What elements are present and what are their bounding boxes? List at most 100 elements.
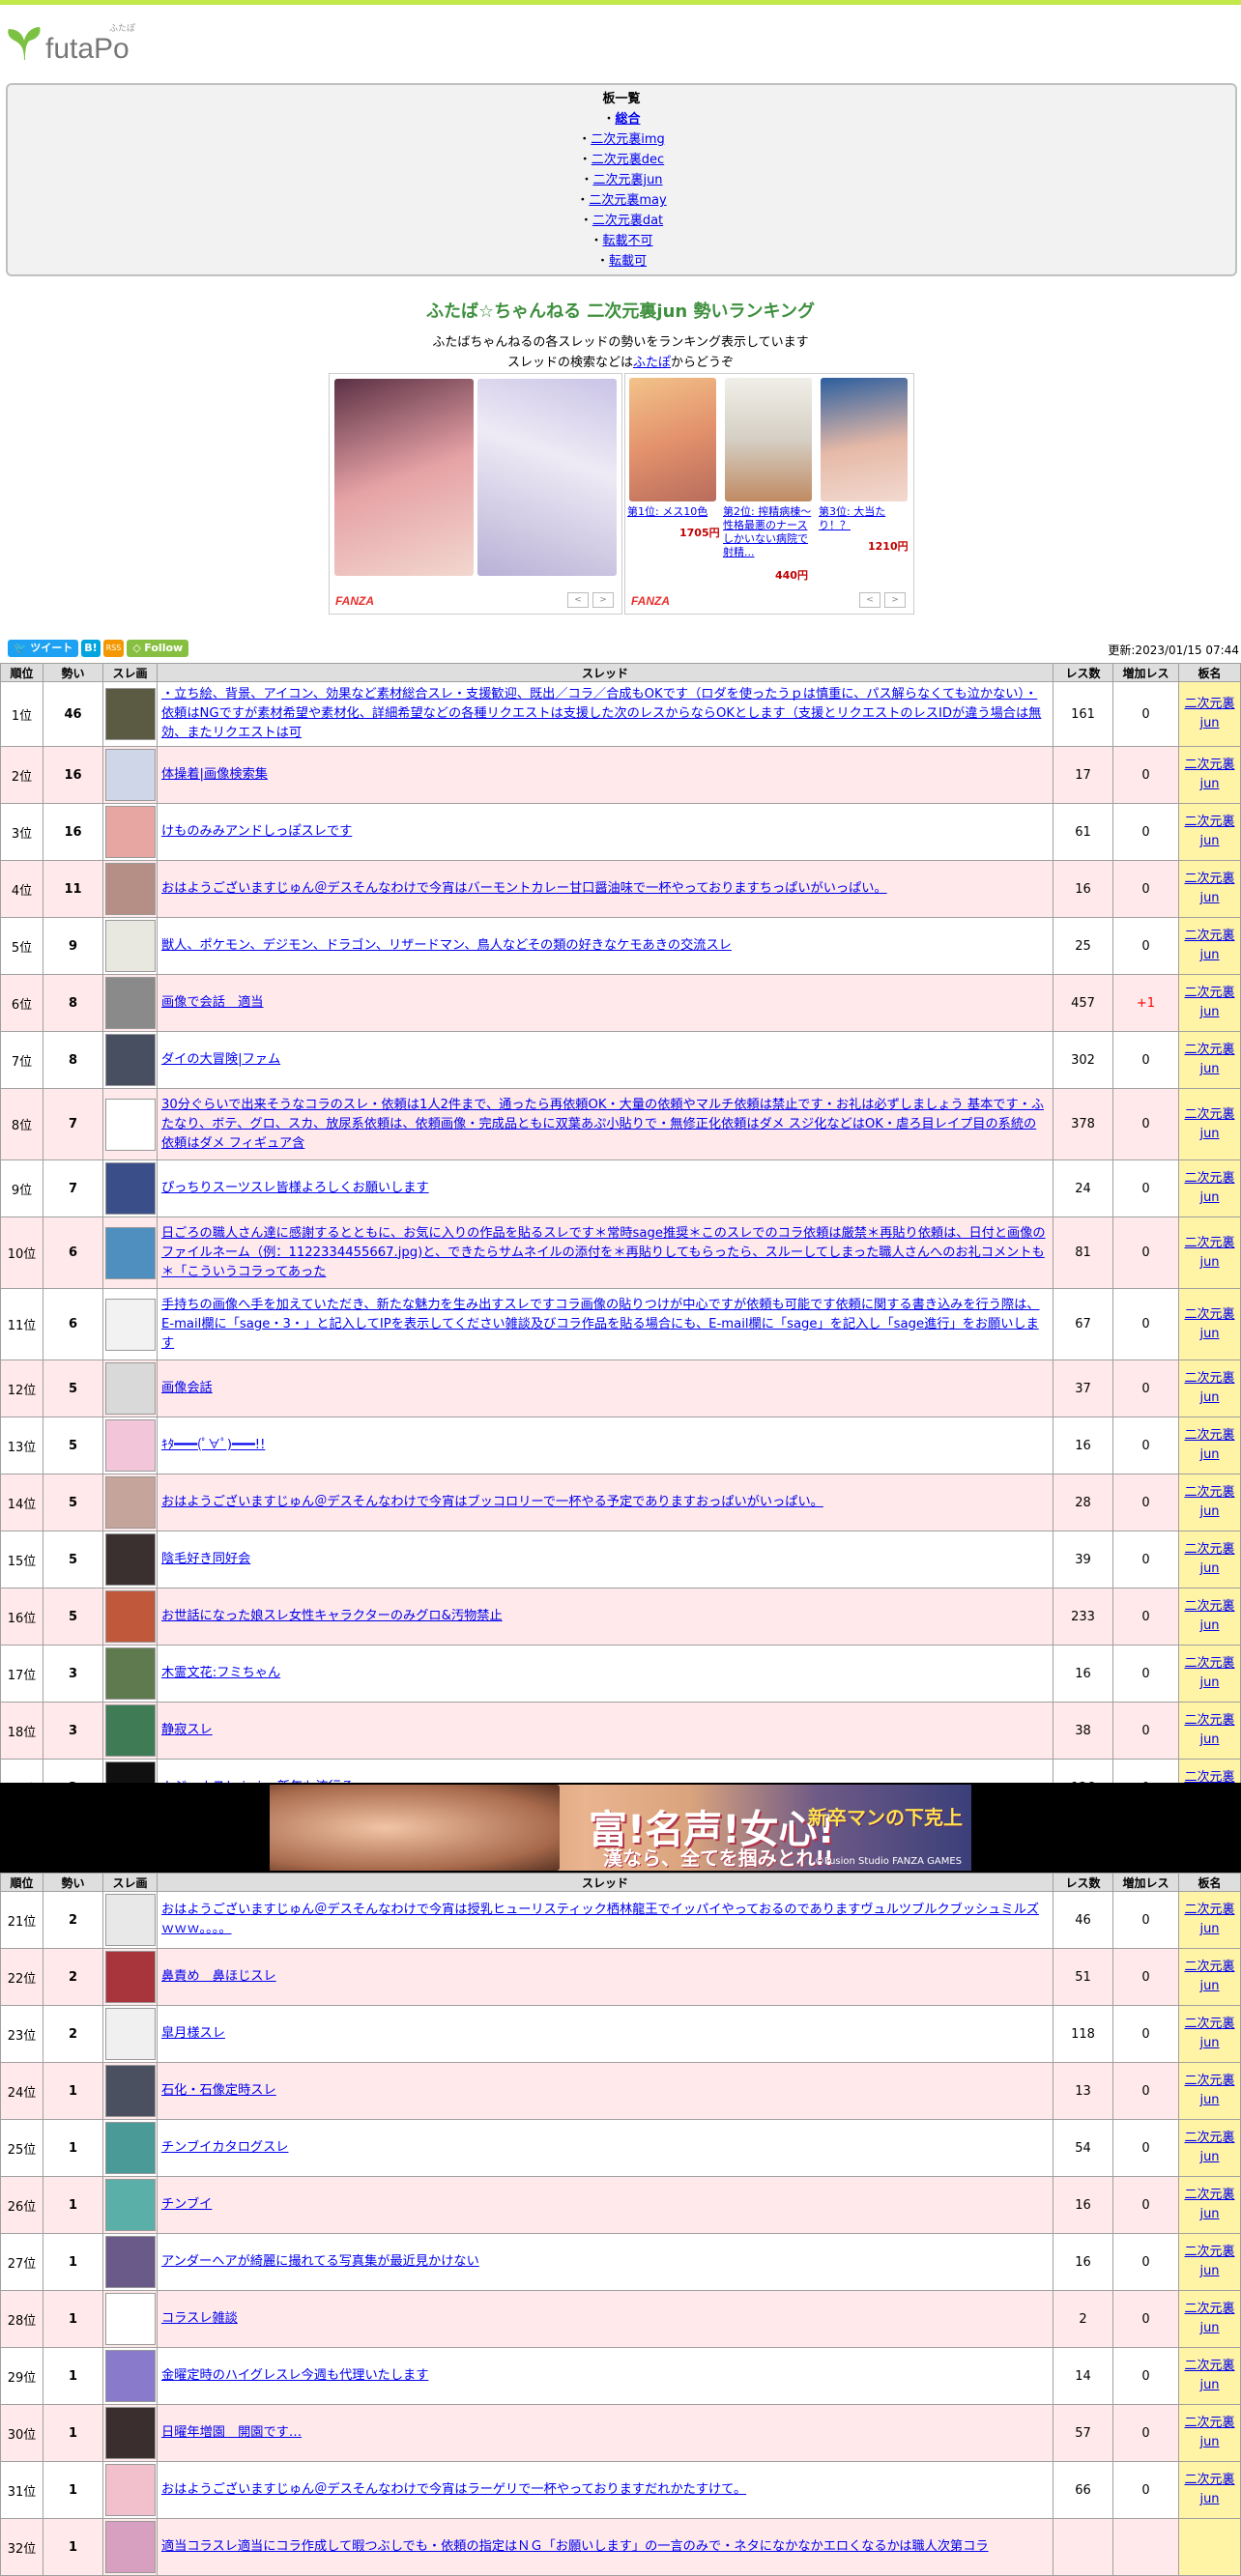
thread-thumbnail[interactable] <box>105 2122 156 2174</box>
board-name-link[interactable]: 二次元裏jun <box>1184 1903 1234 1936</box>
thread-thumbnail[interactable] <box>105 977 156 1029</box>
board-name-link[interactable]: 二次元裏jun <box>1184 1599 1234 1633</box>
thread-thumbnail[interactable] <box>105 688 156 740</box>
thread-thumbnail[interactable] <box>105 1647 156 1700</box>
ad-item-caption[interactable]: 第2位: 搾精病棟〜性格最悪のナースしかいない病院で射精... <box>723 505 815 559</box>
thread-thumbnail[interactable] <box>105 1704 156 1757</box>
thread-thumbnail[interactable] <box>105 1298 156 1351</box>
thread-thumbnail[interactable] <box>105 1098 156 1151</box>
thread-link[interactable]: 30分ぐらいで出来そうなコラのスレ・依頼は1人2件まで、通ったら再依頼OK・大量… <box>161 1098 1044 1151</box>
board-name-link[interactable]: 二次元裏jun <box>1184 1656 1234 1690</box>
board-name-link[interactable]: 二次元裏jun <box>1184 1960 1234 1993</box>
thread-thumbnail[interactable] <box>105 1894 156 1946</box>
thread-link[interactable]: チンブイカタログスレ <box>161 2140 288 2155</box>
thread-thumbnail[interactable] <box>105 1533 156 1586</box>
board-link[interactable]: 総合 <box>616 112 641 127</box>
board-name-link[interactable]: 二次元裏jun <box>1184 758 1234 791</box>
thread-link[interactable]: けものみみアンドしっぽスレです <box>161 824 352 839</box>
thread-thumbnail[interactable] <box>105 920 156 972</box>
hatena-bookmark-button[interactable]: B! <box>81 640 101 657</box>
ad-thumb-2[interactable] <box>725 378 812 501</box>
board-name-link[interactable]: 二次元裏jun <box>1184 1107 1234 1141</box>
thread-thumbnail[interactable] <box>105 863 156 915</box>
board-name-link[interactable]: 二次元裏jun <box>1184 1428 1234 1462</box>
ad-banner-left[interactable]: FANZA < > <box>329 373 622 615</box>
thread-link[interactable]: 陰毛好き同好会 <box>161 1552 250 1566</box>
thread-link[interactable]: おはようございますじゅん＠デスそんなわけで今宵はバーモントカレー甘口醤油味で一杯… <box>161 881 887 896</box>
thread-thumbnail[interactable] <box>105 1590 156 1643</box>
board-name-link[interactable]: 二次元裏jun <box>1184 1485 1234 1519</box>
board-name-link[interactable]: 二次元裏jun <box>1184 1043 1234 1076</box>
thread-thumbnail[interactable] <box>105 1226 156 1279</box>
thread-link[interactable]: 静寂スレ <box>161 1723 213 1737</box>
board-link[interactable]: 二次元裏jun <box>592 173 662 187</box>
thread-link[interactable]: 石化・石像定時スレ <box>161 2083 276 2098</box>
thread-thumbnail[interactable] <box>105 2293 156 2345</box>
thread-link[interactable]: ｷﾀ━━━(ﾟ∀ﾟ)━━━!! <box>161 1438 265 1452</box>
board-link[interactable]: 二次元裏dec <box>592 153 664 167</box>
site-logo[interactable]: futaPo ふたぽ <box>5 19 150 66</box>
thread-thumbnail[interactable] <box>105 1951 156 2003</box>
thread-link[interactable]: コラスレ雑談 <box>161 2311 238 2326</box>
board-name-link[interactable]: 二次元裏jun <box>1184 2131 1234 2164</box>
thread-thumbnail[interactable] <box>105 2407 156 2459</box>
board-name-link[interactable]: 二次元裏jun <box>1184 1236 1234 1270</box>
thread-link[interactable]: 画像で会話 適当 <box>161 995 264 1010</box>
thread-link[interactable]: 体操着|画像検索集 <box>161 767 268 782</box>
thread-link[interactable]: ダイの大冒険|ファム <box>161 1052 280 1067</box>
ad-next-button[interactable]: > <box>592 592 614 608</box>
board-name-link[interactable]: 二次元裏jun <box>1184 2074 1234 2107</box>
thread-thumbnail[interactable] <box>105 806 156 858</box>
thread-thumbnail[interactable] <box>105 2350 156 2402</box>
board-link[interactable]: 二次元裏img <box>591 132 665 147</box>
ad-next-button[interactable]: > <box>884 592 906 608</box>
ad-thumb-3[interactable] <box>821 378 908 501</box>
thread-thumbnail[interactable] <box>105 1162 156 1215</box>
thread-link[interactable]: 獣人、ポケモン、デジモン、ドラゴン、リザードマン、鳥人などその類の好きなケモあき… <box>161 938 732 953</box>
board-name-link[interactable]: 二次元裏jun <box>1184 986 1234 1019</box>
board-name-link[interactable]: 二次元裏jun <box>1184 2302 1234 2335</box>
thread-link[interactable]: おはようございますじゅん＠デスそんなわけで今宵はラーゲリで一杯やっておりますだれ… <box>161 2482 746 2497</box>
thread-link[interactable]: 適当コラスレ適当にコラ作成して暇つぶしでも・依頼の指定はＮＧ「お願いします」の一… <box>161 2539 989 2554</box>
thread-link[interactable]: 金曜定時のハイグレスレ今週も代理いたします <box>161 2368 428 2383</box>
thread-thumbnail[interactable] <box>105 2065 156 2117</box>
board-name-link[interactable]: 二次元裏jun <box>1184 2017 1234 2050</box>
ad-image-left-2[interactable] <box>477 379 617 576</box>
ad-item-caption[interactable]: 第1位: メス10色 <box>627 505 719 519</box>
thread-thumbnail[interactable] <box>105 2008 156 2060</box>
futapo-link[interactable]: ふたぽ <box>633 356 671 370</box>
board-name-link[interactable]: 二次元裏jun <box>1184 2188 1234 2221</box>
thread-thumbnail[interactable] <box>105 2521 156 2573</box>
thread-link[interactable]: 鼻責め 鼻ほじスレ <box>161 1969 276 1984</box>
thread-link[interactable]: 日曜年増園 開園です… <box>161 2425 302 2440</box>
board-name-link[interactable]: 二次元裏jun <box>1184 1171 1234 1205</box>
game-ad-banner[interactable]: 富!名声!女心! 漢なら、全てを掴みとれ!! 新卒マンの下克上 ©Fusion … <box>270 1785 971 1871</box>
board-name-link[interactable]: 二次元裏jun <box>1184 2245 1234 2278</box>
ad-item-caption[interactable]: 第3位: 大当たり！？ <box>819 505 910 532</box>
board-link[interactable]: 転載可 <box>609 254 647 269</box>
ad-prev-button[interactable]: < <box>567 592 589 608</box>
board-name-link[interactable]: 二次元裏jun <box>1184 1371 1234 1405</box>
thread-link[interactable]: 手持ちの画像へ手を加えていただき、新たな魅力を生み出すスレですコラ画像の貼りつけ… <box>161 1298 1039 1351</box>
thread-link[interactable]: 皐月様スレ <box>161 2026 225 2041</box>
board-list-panel[interactable]: 板一覧 ・総合 ・二次元裏img ・二次元裏dec ・二次元裏jun ・二次元裏may ・… <box>6 83 1237 276</box>
board-name-link[interactable]: 二次元裏jun <box>1184 1542 1234 1576</box>
ad-banner-right[interactable]: 第1位: メス10色 1705円 第2位: 搾精病棟〜性格最悪のナースしかいない… <box>624 373 914 615</box>
thread-thumbnail[interactable] <box>105 2236 156 2288</box>
thread-link[interactable]: 木霊文花:フミちゃん <box>161 1666 280 1680</box>
thread-link[interactable]: チンブイ <box>161 2197 212 2212</box>
thread-link[interactable]: アンダーヘアが綺麗に撮れてる写真集が最近見かけない <box>161 2254 479 2269</box>
thread-link[interactable]: 日ごろの職人さん達に感謝するとともに、お気に入りの作品を貼るスレです＊常時sag… <box>161 1226 1046 1279</box>
rss-icon[interactable]: RSS <box>102 640 125 657</box>
thread-link[interactable]: ぴっちりスーツスレ皆様よろしくお願いします <box>161 1181 429 1195</box>
board-name-link[interactable]: 二次元裏jun <box>1184 1713 1234 1747</box>
board-name-link[interactable]: 二次元裏jun <box>1184 2359 1234 2392</box>
ad-image-left-1[interactable] <box>334 379 474 576</box>
tweet-button[interactable]: 🐦 ツイート <box>8 640 79 657</box>
thread-link[interactable]: ・立ち絵、背景、アイコン、効果など素材総合スレ・支援歓迎、既出／コラ／合成もOK… <box>161 687 1041 740</box>
thread-thumbnail[interactable] <box>105 1419 156 1472</box>
thread-link[interactable]: おはようございますじゅん＠デスそんなわけで今宵はブッコロリーで一杯やる予定であり… <box>161 1495 823 1509</box>
board-name-link[interactable]: 二次元裏jun <box>1184 2473 1234 2506</box>
thread-thumbnail[interactable] <box>105 1034 156 1086</box>
board-name-link[interactable]: 二次元裏jun <box>1184 697 1234 730</box>
